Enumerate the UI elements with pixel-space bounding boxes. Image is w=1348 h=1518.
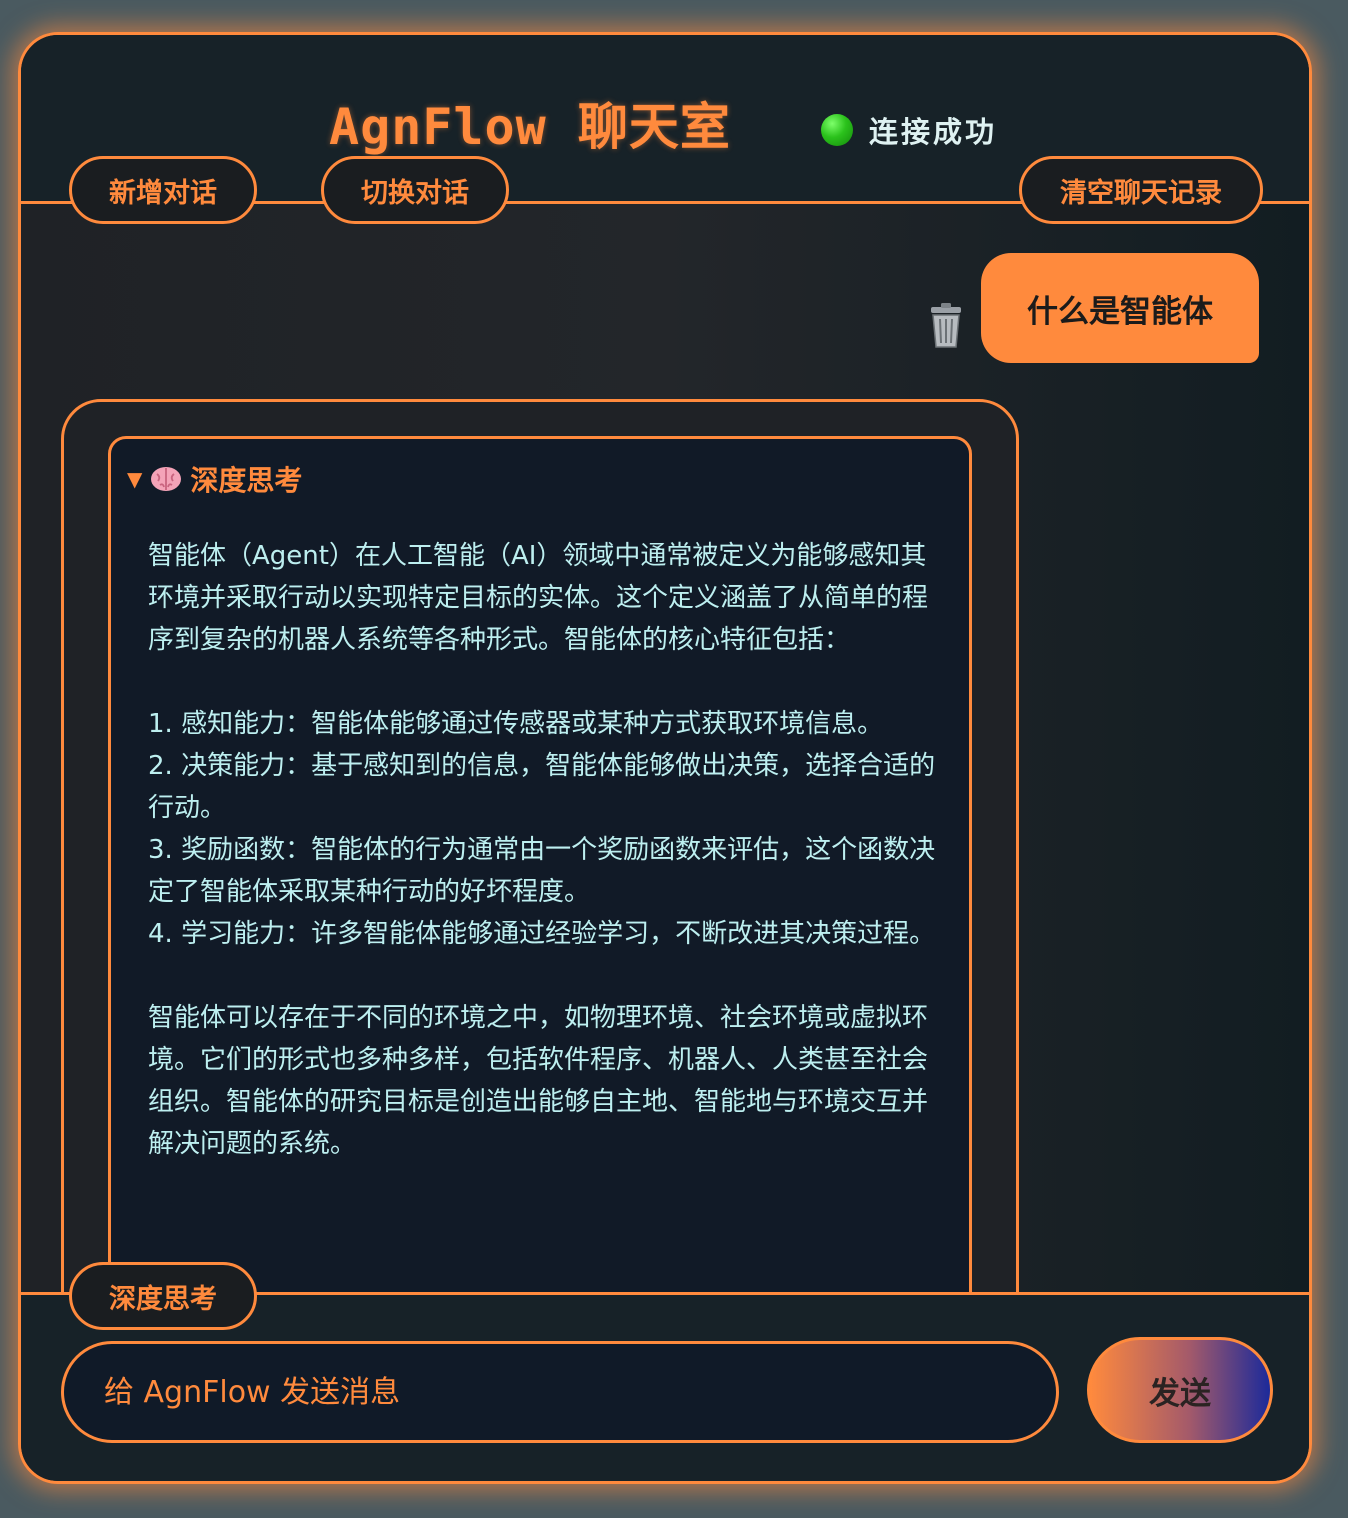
brain-icon — [151, 467, 182, 491]
send-button[interactable]: 发送 — [1087, 1337, 1273, 1443]
status-text: 连接成功 — [869, 115, 998, 149]
caret-down-icon: ▼ — [127, 467, 143, 491]
chat-window: AgnFlow 聊天室 连接成功 新增对话 切换对话 清空聊天记录 什么是智能体… — [18, 32, 1312, 1484]
thinking-label: 深度思考 — [190, 464, 303, 497]
trash-icon[interactable] — [927, 303, 965, 349]
assistant-message: ▼ 深度思考 智能体（Agent）在人工智能（AI）领域中通常被定义为能够感知其… — [61, 399, 1019, 1436]
user-message: 什么是智能体 — [981, 253, 1259, 363]
status-dot-icon — [821, 114, 853, 146]
app-title: AgnFlow 聊天室 — [329, 98, 731, 156]
new-chat-button[interactable]: 新增对话 — [69, 156, 257, 224]
message-input-wrapper — [61, 1341, 1059, 1443]
deep-think-toggle-button[interactable]: 深度思考 — [69, 1262, 257, 1330]
message-input[interactable] — [104, 1374, 1056, 1410]
clear-history-button[interactable]: 清空聊天记录 — [1019, 156, 1263, 224]
connection-status: 连接成功 — [821, 109, 997, 151]
thinking-text: 智能体（Agent）在人工智能（AI）领域中通常被定义为能够感知其环境并采取行动… — [148, 541, 936, 1159]
switch-chat-button[interactable]: 切换对话 — [321, 156, 509, 224]
thinking-toggle[interactable]: ▼ 深度思考 — [127, 459, 302, 499]
